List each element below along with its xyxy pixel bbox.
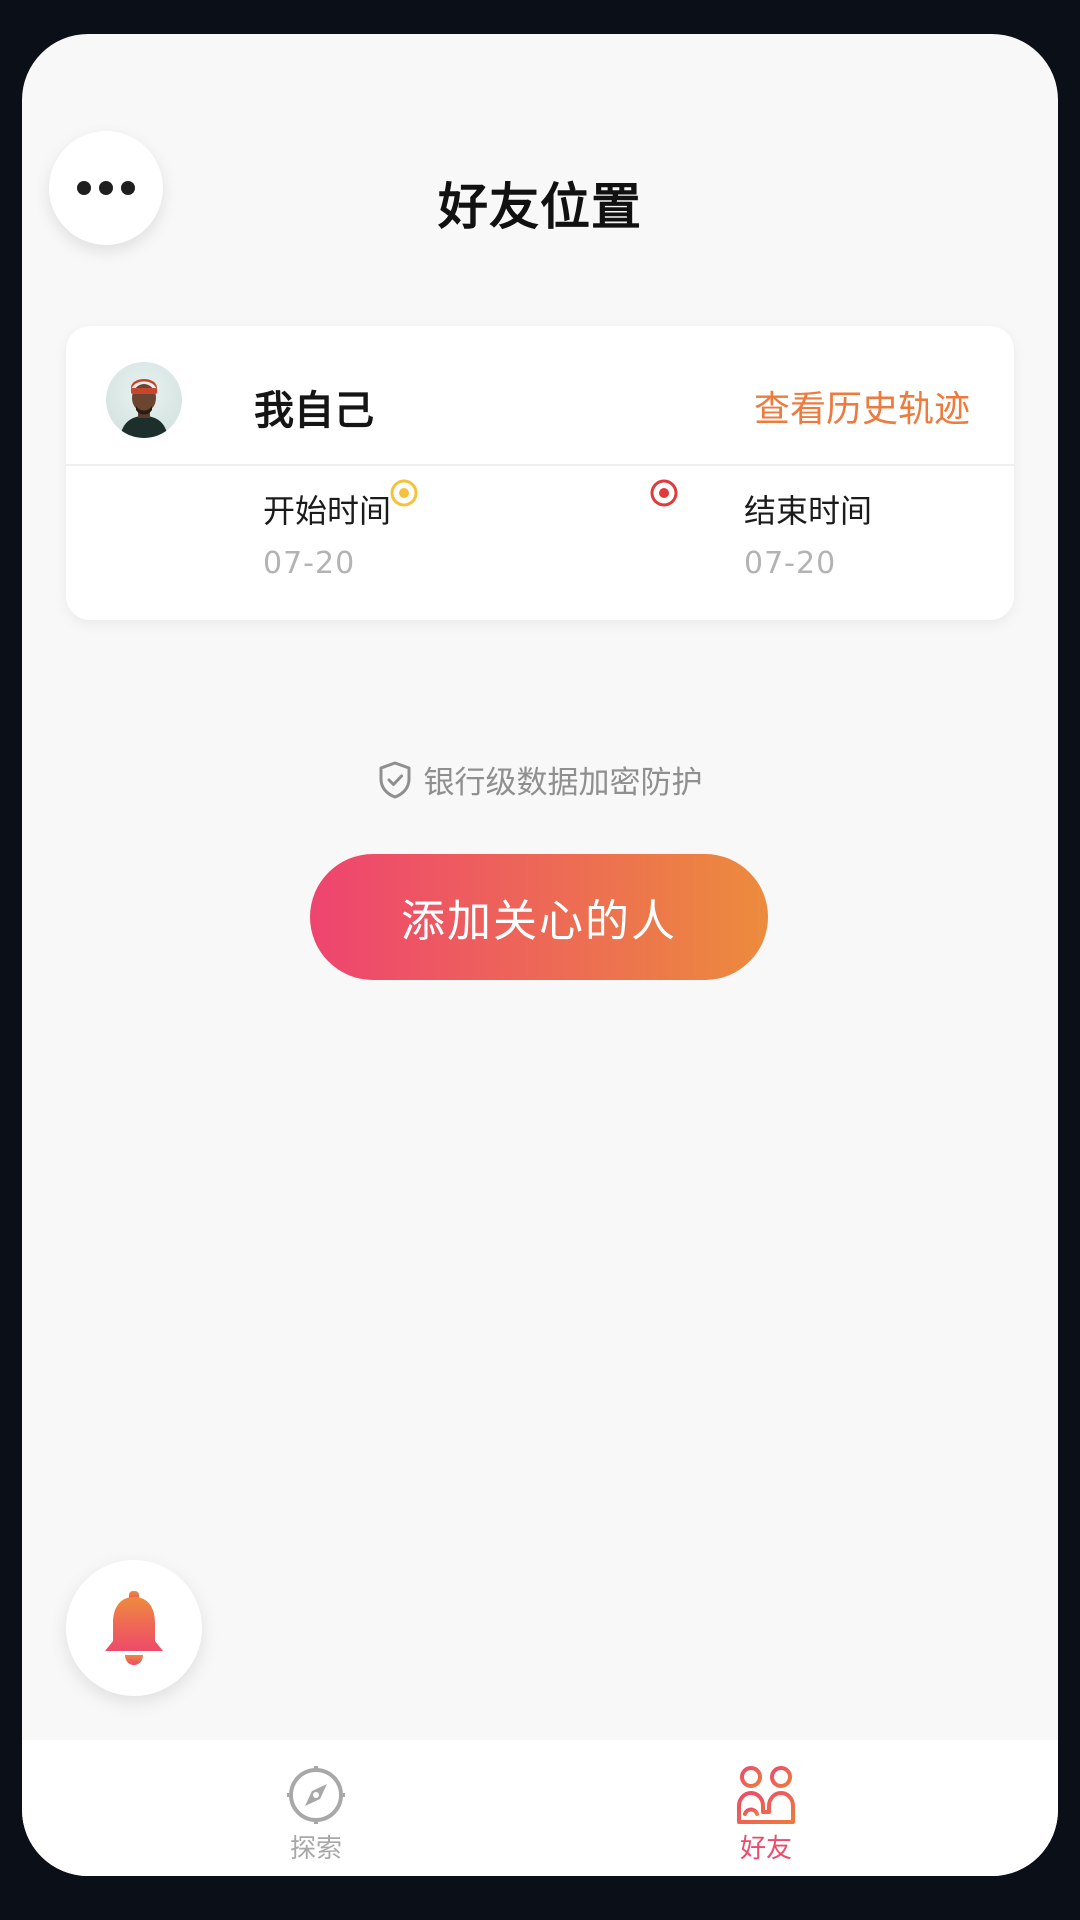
notification-button[interactable] — [66, 1560, 202, 1696]
security-notice: 银行级数据加密防护 — [22, 757, 1058, 802]
tab-friends-label: 好友 — [739, 1834, 792, 1864]
app-screen: 好友位置 我自己 查看历史轨迹 开始时间 07-20 结束时间 07-20 银行… — [22, 34, 1058, 1876]
view-history-link[interactable]: 查看历史轨迹 — [754, 380, 970, 432]
start-date[interactable]: 07-20 — [263, 546, 355, 581]
bottom-tab-bar: 探索 好友 — [22, 1740, 1058, 1876]
self-location-card: 我自己 查看历史轨迹 开始时间 07-20 结束时间 07-20 — [66, 326, 1014, 620]
tab-friends[interactable]: 好友 — [666, 1740, 866, 1876]
add-person-button[interactable]: 添加关心的人 — [310, 854, 768, 980]
end-time-label: 结束时间 — [744, 492, 873, 530]
friends-icon — [737, 1766, 795, 1824]
time-range-connector — [388, 476, 680, 510]
tab-explore[interactable]: 探索 — [216, 1740, 416, 1876]
avatar[interactable] — [106, 362, 182, 438]
compass-icon — [287, 1766, 345, 1824]
bell-icon — [105, 1591, 163, 1665]
start-time-label: 开始时间 — [263, 492, 392, 530]
card-header: 我自己 查看历史轨迹 — [66, 326, 1014, 466]
shield-check-icon — [379, 761, 410, 798]
tab-explore-label: 探索 — [289, 1834, 342, 1864]
page-title: 好友位置 — [438, 178, 642, 236]
security-notice-text: 银行级数据加密防护 — [423, 765, 703, 801]
end-date[interactable]: 07-20 — [744, 546, 836, 581]
self-name: 我自己 — [254, 388, 374, 434]
